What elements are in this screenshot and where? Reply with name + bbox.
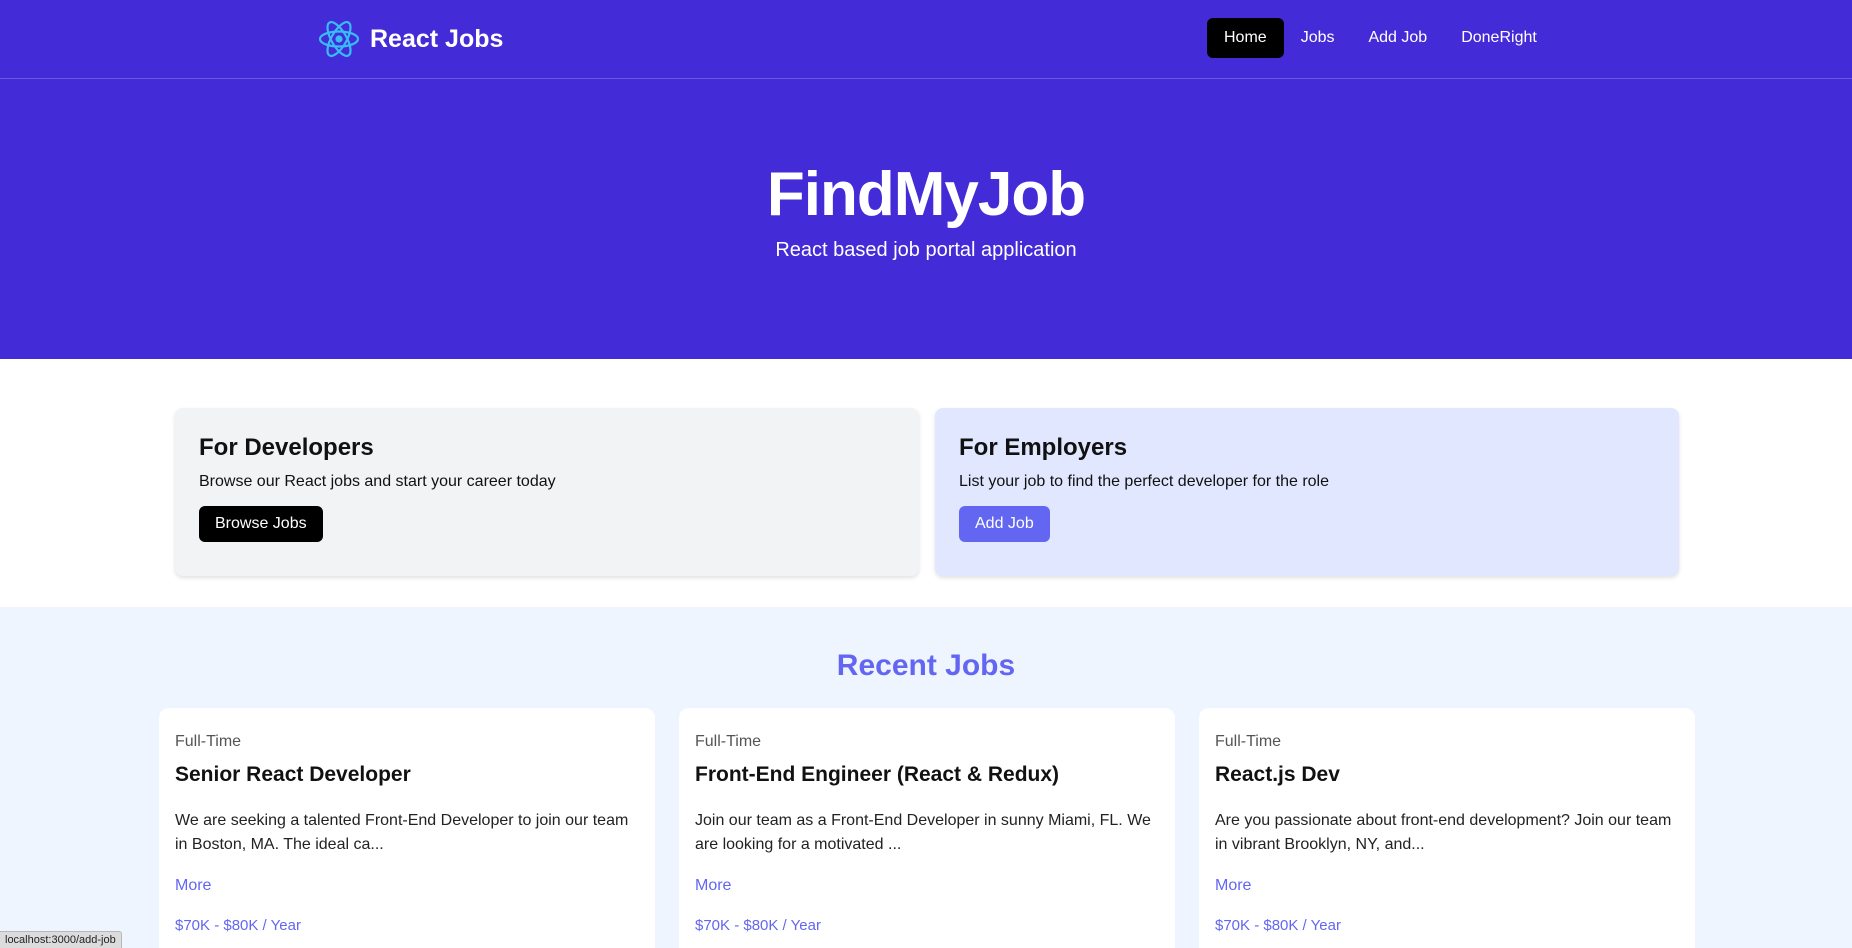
job-more-link[interactable]: More	[1215, 877, 1251, 895]
job-card: Full-Time Front-End Engineer (React & Re…	[679, 708, 1175, 948]
navbar: React Jobs Home Jobs Add Job DoneRight	[0, 0, 1852, 79]
nav-jobs[interactable]: Jobs	[1284, 18, 1352, 58]
job-type: Full-Time	[175, 733, 242, 750]
job-description: We are seeking a talented Front-End Deve…	[175, 809, 639, 857]
job-salary: $70K - $80K / Year	[695, 917, 821, 934]
hero-section: FindMyJob React based job portal applica…	[0, 79, 1852, 359]
developers-card-text: Browse our React jobs and start your car…	[199, 473, 556, 490]
nav-doneright[interactable]: DoneRight	[1444, 18, 1554, 58]
nav-links: Home Jobs Add Job DoneRight	[1207, 18, 1554, 58]
home-cards: For Developers Browse our React jobs and…	[0, 359, 1852, 607]
job-description-line: are looking for a motivated ...	[695, 836, 902, 853]
nav-home[interactable]: Home	[1207, 18, 1284, 58]
job-type: Full-Time	[1215, 733, 1282, 750]
hero-subtitle: React based job portal application	[775, 239, 1077, 261]
job-card: Full-Time Senior React Developer We are …	[159, 708, 655, 948]
employers-card: For Employers List your job to find the …	[935, 408, 1679, 576]
job-description-line: in vibrant Brooklyn, NY, and...	[1215, 836, 1425, 853]
job-title: React.js Dev	[1215, 763, 1340, 786]
developers-card: For Developers Browse our React jobs and…	[175, 408, 919, 576]
job-card: Full-Time React.js Dev Are you passionat…	[1199, 708, 1695, 948]
job-description: Join our team as a Front-End Developer i…	[695, 809, 1159, 857]
employers-card-text: List your job to find the perfect develo…	[959, 473, 1329, 490]
job-description: Are you passionate about front-end devel…	[1215, 809, 1679, 857]
brand-link[interactable]: React Jobs	[318, 18, 503, 60]
browser-status-url: localhost:3000/add-job	[0, 931, 122, 948]
job-more-link[interactable]: More	[175, 877, 211, 895]
job-description-line: Join our team as a Front-End Developer i…	[695, 812, 1151, 829]
job-description-line: We are seeking a talented Front-End Deve…	[175, 812, 629, 829]
job-more-link[interactable]: More	[695, 877, 731, 895]
job-title: Senior React Developer	[175, 763, 411, 786]
job-salary: $70K - $80K / Year	[175, 917, 301, 934]
job-title: Front-End Engineer (React & Redux)	[695, 763, 1060, 786]
add-job-button[interactable]: Add Job	[959, 506, 1050, 542]
hero-title: FindMyJob	[766, 160, 1086, 229]
browse-jobs-button[interactable]: Browse Jobs	[199, 506, 323, 542]
recent-jobs-section: Recent Jobs Full-Time Senior React Devel…	[0, 607, 1852, 948]
nav-add-job[interactable]: Add Job	[1351, 18, 1444, 58]
job-description-line: in Boston, MA. The ideal ca...	[175, 836, 384, 853]
employers-card-title: For Employers	[959, 434, 1128, 461]
developers-card-title: For Developers	[199, 434, 374, 461]
react-atom-icon	[318, 18, 360, 60]
job-description-line: Are you passionate about front-end devel…	[1215, 812, 1672, 829]
job-salary: $70K - $80K / Year	[1215, 917, 1341, 934]
job-type: Full-Time	[695, 733, 762, 750]
brand-name: React Jobs	[370, 24, 504, 53]
recent-jobs-title: Recent Jobs	[836, 649, 1016, 682]
